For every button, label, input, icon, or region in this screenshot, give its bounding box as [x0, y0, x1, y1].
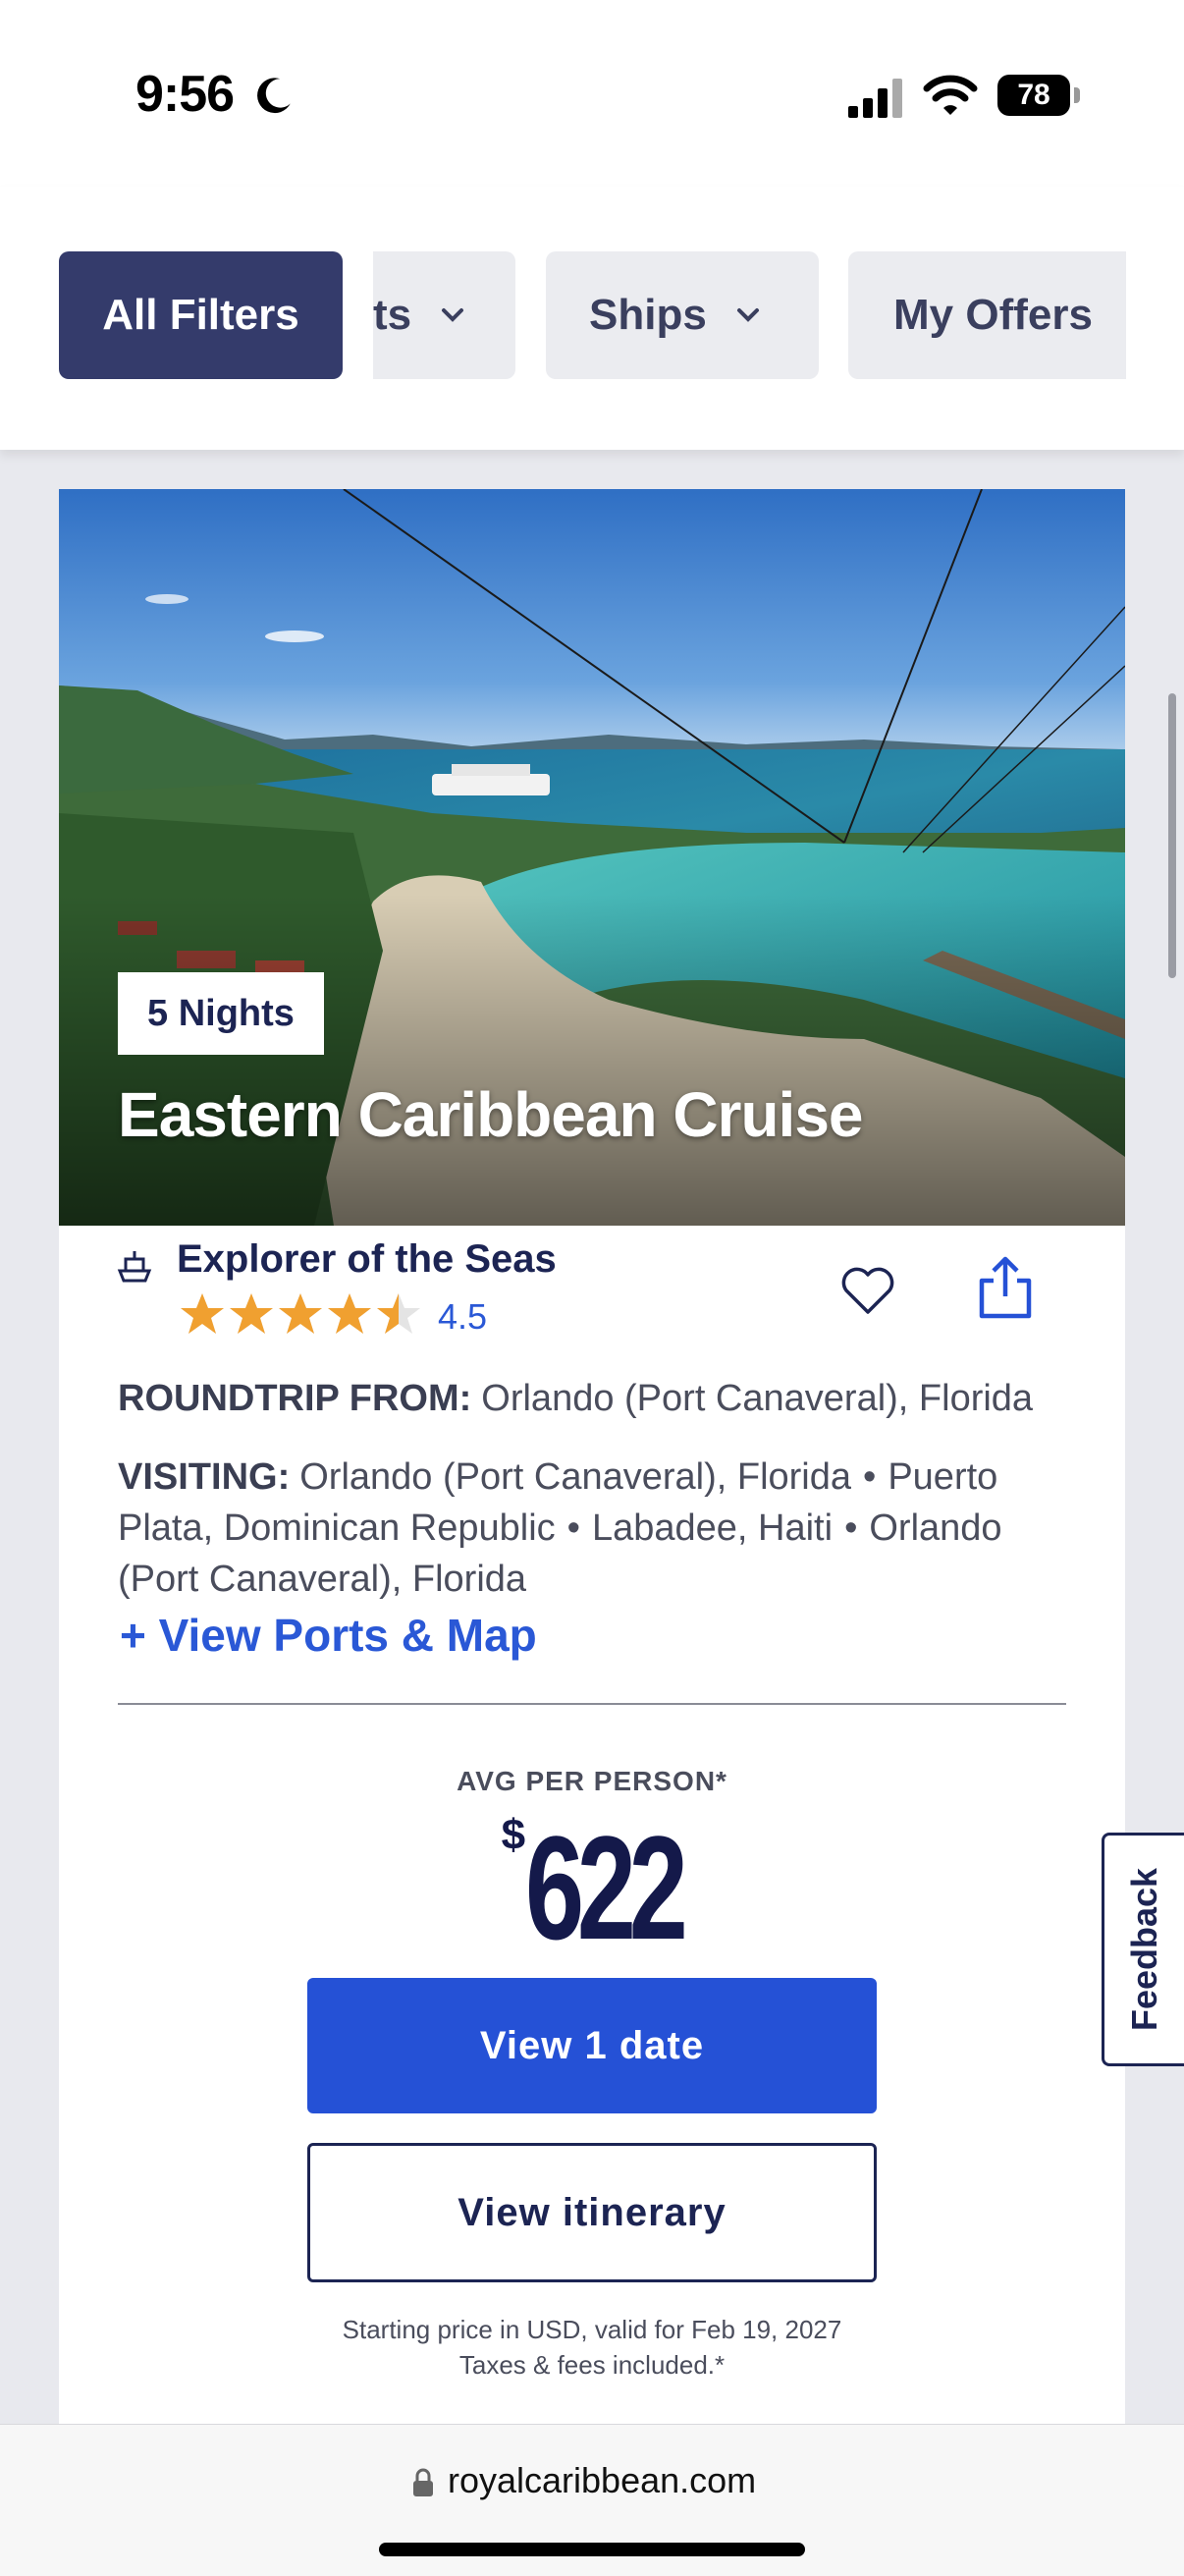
my-offers-button[interactable]: My Offers [848, 251, 1126, 379]
heart-icon[interactable] [840, 1265, 895, 1316]
price: $622 [59, 1803, 1125, 1973]
star-icon [230, 1293, 273, 1334]
ship-icon [117, 1251, 152, 1283]
roundtrip-label: ROUNDTRIP FROM: [118, 1378, 472, 1419]
battery-icon: 78 [997, 75, 1082, 118]
share-icon[interactable] [974, 1255, 1037, 1320]
url-domain[interactable]: royalcaribbean.com [448, 2460, 756, 2501]
view-itinerary-button[interactable]: View itinerary [307, 2143, 877, 2282]
nights-badge: 5 Nights [118, 972, 324, 1055]
lock-icon [413, 2468, 433, 2496]
visiting-port: Labadee, Haiti [591, 1507, 834, 1549]
star-icon [279, 1293, 322, 1334]
visiting-label: VISITING: [118, 1456, 291, 1498]
star-icon [377, 1293, 420, 1334]
price-disclaimer: Starting price in USD, valid for Feb 19,… [59, 2312, 1125, 2383]
rating-value: 4.5 [438, 1296, 488, 1337]
star-rating [179, 1290, 424, 1338]
feedback-label: Feedback [1123, 1867, 1164, 2032]
visiting-port: Orlando (Port Canaveral), Florida [299, 1456, 852, 1498]
disclaimer-line: Taxes & fees included.* [458, 2350, 726, 2380]
browser-url-bar[interactable]: royalcaribbean.com [0, 2424, 1184, 2576]
cruise-card: 5 Nights Eastern Caribbean Cruise Explor… [59, 489, 1125, 2424]
signal-icon [848, 79, 902, 118]
all-filters-button[interactable]: All Filters [59, 251, 343, 379]
ships-filter-button[interactable]: Ships [546, 251, 819, 379]
status-bar: 9:56 78 [0, 0, 1184, 187]
view-ports-map-link[interactable]: + View Ports & Map [120, 1609, 537, 1662]
chevron-down-icon [442, 308, 464, 322]
roundtrip-info: ROUNDTRIP FROM: Orlando (Port Canaveral),… [118, 1373, 1080, 1424]
all-filters-label: All Filters [102, 291, 299, 339]
ships-filter-label: Ships [589, 291, 707, 339]
home-indicator[interactable] [379, 2543, 805, 2556]
filter-bar: All Filters ts Ships My Offers [0, 187, 1184, 450]
ship-name[interactable]: Explorer of the Seas [177, 1237, 557, 1282]
hero-image[interactable]: 5 Nights Eastern Caribbean Cruise [59, 489, 1125, 1226]
avg-per-person-label: AVG PER PERSON* [457, 1766, 727, 1796]
star-icon [181, 1293, 224, 1334]
wifi-icon [923, 75, 978, 115]
page-scrollbar[interactable] [1168, 693, 1176, 978]
feedback-tab[interactable]: Feedback [1102, 1833, 1184, 2066]
price-value: 622 [525, 1805, 688, 1970]
view-dates-button[interactable]: View 1 date [307, 1978, 877, 2113]
roundtrip-value: Orlando (Port Canaveral), Florida [481, 1378, 1034, 1419]
my-offers-label: My Offers [893, 291, 1093, 339]
chevron-down-icon [736, 308, 759, 322]
battery-level: 78 [997, 75, 1070, 116]
star-icon [328, 1293, 371, 1334]
moon-icon [257, 78, 291, 114]
divider [118, 1703, 1066, 1705]
partial-filter-button[interactable]: ts [373, 251, 515, 379]
visiting-info: VISITING: Orlando (Port Canaveral), Flori… [118, 1456, 1002, 1600]
partial-filter-label: ts [373, 291, 412, 339]
status-time: 9:56 [135, 66, 235, 123]
cruise-title: Eastern Caribbean Cruise [118, 1079, 863, 1150]
currency-symbol: $ [501, 1811, 526, 1859]
disclaimer-line: Starting price in USD, valid for Feb 19,… [342, 2315, 842, 2344]
